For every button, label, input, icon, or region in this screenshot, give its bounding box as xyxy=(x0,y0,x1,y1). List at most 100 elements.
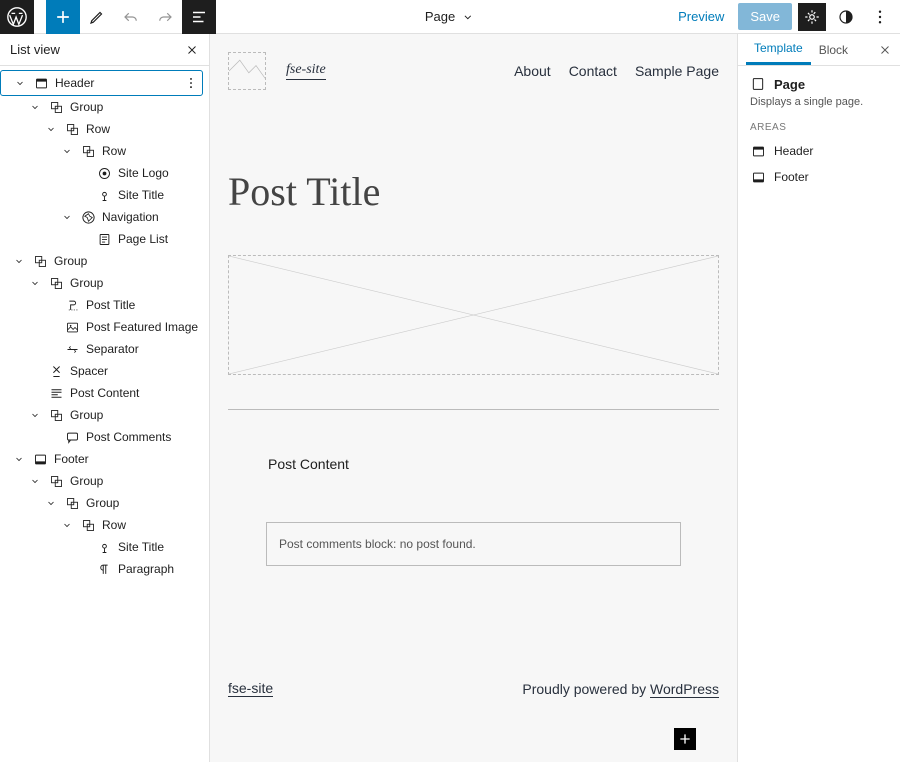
site-logo-icon xyxy=(96,165,112,181)
tree-node-group[interactable]: Row xyxy=(0,140,203,162)
tree-node-group[interactable]: Group xyxy=(0,96,203,118)
tree-node-label: Post Title xyxy=(86,298,203,312)
listview-title: List view xyxy=(10,42,60,57)
caret-icon[interactable] xyxy=(12,255,26,267)
tree-node-spacer[interactable]: Spacer xyxy=(0,360,203,382)
featured-image-block[interactable] xyxy=(228,255,719,375)
listview-toggle-button[interactable] xyxy=(182,0,216,34)
separator-block[interactable] xyxy=(228,409,719,410)
tree-node-label: Site Title xyxy=(118,540,203,554)
tree-node-label: Spacer xyxy=(70,364,203,378)
tree-node-group[interactable]: Group xyxy=(0,492,203,514)
tree-node-label: Page List xyxy=(118,232,203,246)
site-logo-placeholder[interactable] xyxy=(228,52,266,90)
caret-icon[interactable] xyxy=(28,475,42,487)
tree-node-site-logo[interactable]: Site Logo xyxy=(0,162,203,184)
settings-button[interactable] xyxy=(798,3,826,31)
wordpress-link[interactable]: WordPress xyxy=(650,681,719,698)
template-name-row: Page xyxy=(750,76,888,92)
areas-heading: AREAS xyxy=(750,122,888,133)
pencil-icon xyxy=(88,8,106,26)
tree-node-page-list[interactable]: Page List xyxy=(0,228,203,250)
tree-node-label: Group xyxy=(54,254,203,268)
editor-canvas[interactable]: fse-site About Contact Sample Page Post … xyxy=(210,34,738,762)
listview-close-button[interactable] xyxy=(185,43,199,57)
caret-icon[interactable] xyxy=(60,211,74,223)
caret-icon[interactable] xyxy=(28,409,42,421)
tree-node-label: Group xyxy=(86,496,203,510)
caret-icon[interactable] xyxy=(60,145,74,157)
tree-node-post-content[interactable]: Post Content xyxy=(0,382,203,404)
header-block[interactable]: fse-site About Contact Sample Page xyxy=(228,52,719,90)
group-icon xyxy=(80,517,96,533)
listview-panel: List view HeaderGroupRowRowSite LogoSite… xyxy=(0,34,210,762)
area-item-footer[interactable]: Footer xyxy=(750,169,888,185)
add-block-fab[interactable] xyxy=(674,728,696,750)
tree-node-navigation[interactable]: Navigation xyxy=(0,206,203,228)
tree-node-group[interactable]: Row xyxy=(0,118,203,140)
caret-icon[interactable] xyxy=(12,453,26,465)
area-label: Footer xyxy=(774,170,809,184)
wordpress-logo[interactable] xyxy=(0,0,34,34)
footer-block[interactable]: fse-site Proudly powered by WordPress xyxy=(228,680,719,697)
undo-button[interactable] xyxy=(114,0,148,34)
tree-node-group[interactable]: Group xyxy=(0,250,203,272)
toolbar-right: Preview Save xyxy=(670,0,900,33)
listview-header: List view xyxy=(0,34,209,66)
post-title-block[interactable]: Post Title xyxy=(228,168,719,215)
post-comments-icon xyxy=(64,429,80,445)
page-icon xyxy=(750,76,766,92)
tree-node-group[interactable]: Group xyxy=(0,272,203,294)
tree-node-post-comments[interactable]: Post Comments xyxy=(0,426,203,448)
tree-node-more-button[interactable] xyxy=(184,76,202,90)
tree-node-site-title[interactable]: Site Title xyxy=(0,184,203,206)
tree-node-featured-image[interactable]: Post Featured Image xyxy=(0,316,203,338)
nav-item[interactable]: Contact xyxy=(569,63,617,79)
tree-node-separator[interactable]: Separator xyxy=(0,338,203,360)
caret-icon[interactable] xyxy=(44,497,58,509)
more-menu-button[interactable] xyxy=(866,3,894,31)
page-list-icon xyxy=(96,231,112,247)
tab-template[interactable]: Template xyxy=(746,34,811,65)
tree-node-group[interactable]: Row xyxy=(0,514,203,536)
post-comments-block[interactable]: Post comments block: no post found. xyxy=(266,522,681,566)
document-switcher[interactable]: Page xyxy=(425,9,475,24)
settings-close-button[interactable] xyxy=(878,34,892,65)
tree-node-post-title[interactable]: Post Title xyxy=(0,294,203,316)
settings-panel: Template Block Page Displays a single pa… xyxy=(738,34,900,762)
area-item-header[interactable]: Header xyxy=(750,143,888,159)
save-button[interactable]: Save xyxy=(738,3,792,30)
tree-node-label: Navigation xyxy=(102,210,203,224)
edit-mode-button[interactable] xyxy=(80,0,114,34)
caret-icon[interactable] xyxy=(44,123,58,135)
placeholder-x-icon xyxy=(229,53,265,89)
styles-button[interactable] xyxy=(832,3,860,31)
caret-icon[interactable] xyxy=(60,519,74,531)
add-block-button[interactable] xyxy=(46,0,80,34)
caret-icon[interactable] xyxy=(13,77,27,89)
preview-button[interactable]: Preview xyxy=(670,9,732,24)
tree-node-header[interactable]: Header xyxy=(0,70,203,96)
nav-item[interactable]: Sample Page xyxy=(635,63,719,79)
footer-site-title[interactable]: fse-site xyxy=(228,680,273,697)
nav-item[interactable]: About xyxy=(514,63,551,79)
navigation-block[interactable]: About Contact Sample Page xyxy=(514,63,719,79)
redo-icon xyxy=(156,8,174,26)
tree-node-group[interactable]: Group xyxy=(0,404,203,426)
tree-node-footer[interactable]: Footer xyxy=(0,448,203,470)
tree-node-paragraph[interactable]: Paragraph xyxy=(0,558,203,580)
redo-button[interactable] xyxy=(148,0,182,34)
tree-node-group[interactable]: Group xyxy=(0,470,203,492)
placeholder-x-icon xyxy=(229,256,718,374)
group-icon xyxy=(64,121,80,137)
caret-icon[interactable] xyxy=(28,101,42,113)
site-title[interactable]: fse-site xyxy=(286,62,326,80)
post-content-block[interactable]: Post Content xyxy=(228,456,719,472)
tab-block[interactable]: Block xyxy=(811,34,856,65)
tree-node-label: Group xyxy=(70,100,203,114)
tree-node-label: Group xyxy=(70,408,203,422)
caret-icon[interactable] xyxy=(28,277,42,289)
close-icon xyxy=(878,43,892,57)
tree-node-site-title[interactable]: Site Title xyxy=(0,536,203,558)
tree-node-label: Post Content xyxy=(70,386,203,400)
